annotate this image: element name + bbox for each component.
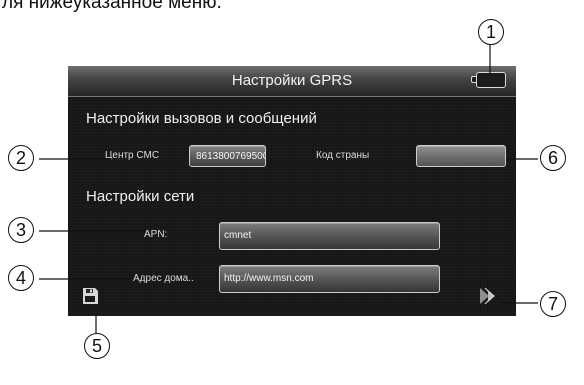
callout-6: 6 bbox=[540, 145, 566, 171]
callout-1: 1 bbox=[478, 19, 504, 45]
home-address-field[interactable]: http://www.msn.com bbox=[219, 265, 440, 293]
home-address-label: Адрес дома.. bbox=[133, 273, 194, 284]
callout-3: 3 bbox=[8, 217, 34, 243]
callout-7: 7 bbox=[540, 291, 566, 317]
apn-field[interactable]: cmnet bbox=[219, 222, 440, 250]
next-arrow-icon[interactable] bbox=[478, 286, 500, 306]
callout-5: 5 bbox=[84, 333, 110, 359]
back-button[interactable] bbox=[471, 72, 506, 88]
section-title-calls-messages: Настройки вызовов и сообщений bbox=[86, 110, 317, 127]
device-screen: Настройки GPRS Настройки вызовов и сообщ… bbox=[68, 66, 516, 316]
page: ля нижеуказанное меню. Настройки GPRS На… bbox=[0, 0, 584, 385]
country-code-label: Код страны bbox=[316, 150, 370, 161]
country-code-field[interactable] bbox=[416, 145, 506, 167]
title-bar: Настройки GPRS bbox=[68, 66, 516, 97]
page-title: Настройки GPRS bbox=[231, 72, 353, 89]
callout-2: 2 bbox=[8, 145, 34, 171]
apn-label: APN: bbox=[144, 229, 168, 240]
sms-center-field[interactable]: 8613800769500 bbox=[189, 145, 266, 167]
save-icon[interactable] bbox=[81, 287, 99, 305]
section-title-network: Настройки сети bbox=[86, 188, 195, 205]
callout-4: 4 bbox=[8, 265, 34, 291]
caption-top: ля нижеуказанное меню. bbox=[2, 0, 222, 13]
sms-center-label: Центр СМС bbox=[105, 150, 160, 161]
